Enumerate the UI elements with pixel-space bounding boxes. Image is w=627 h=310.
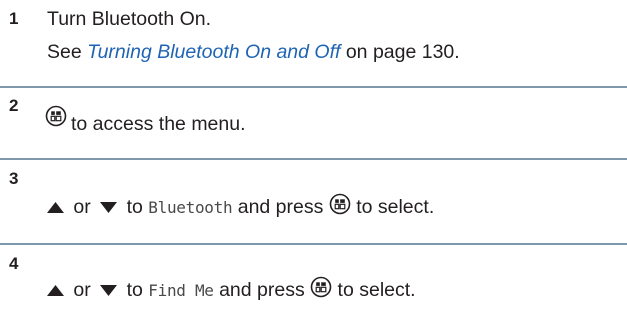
up-arrow-icon — [47, 285, 64, 297]
divider — [0, 243, 627, 245]
menu-item-name: Bluetooth — [148, 198, 233, 217]
step-number: 1 — [9, 9, 19, 28]
step-text: or to Bluetooth and press to select. — [47, 196, 434, 219]
menu-ok-button-icon — [310, 276, 332, 298]
step-text: or to Find Me and press to select. — [47, 279, 416, 302]
step-reference: See Turning Bluetooth On and Off on page… — [47, 41, 460, 63]
menu-ok-button-icon — [45, 105, 67, 127]
step-number: 3 — [9, 169, 19, 188]
up-arrow-icon — [47, 202, 64, 214]
menu-item-name: Find Me — [148, 281, 214, 300]
down-arrow-icon — [100, 202, 118, 214]
down-arrow-icon — [100, 285, 118, 297]
step-number: 2 — [9, 96, 19, 115]
step-number: 4 — [9, 254, 19, 273]
divider — [0, 158, 627, 160]
reference-link[interactable]: Turning Bluetooth On and Off — [87, 41, 340, 63]
divider — [0, 86, 627, 88]
step-text: Turn Bluetooth On. — [47, 8, 212, 30]
step-text: to access the menu. — [45, 105, 246, 135]
menu-ok-button-icon — [329, 193, 351, 215]
